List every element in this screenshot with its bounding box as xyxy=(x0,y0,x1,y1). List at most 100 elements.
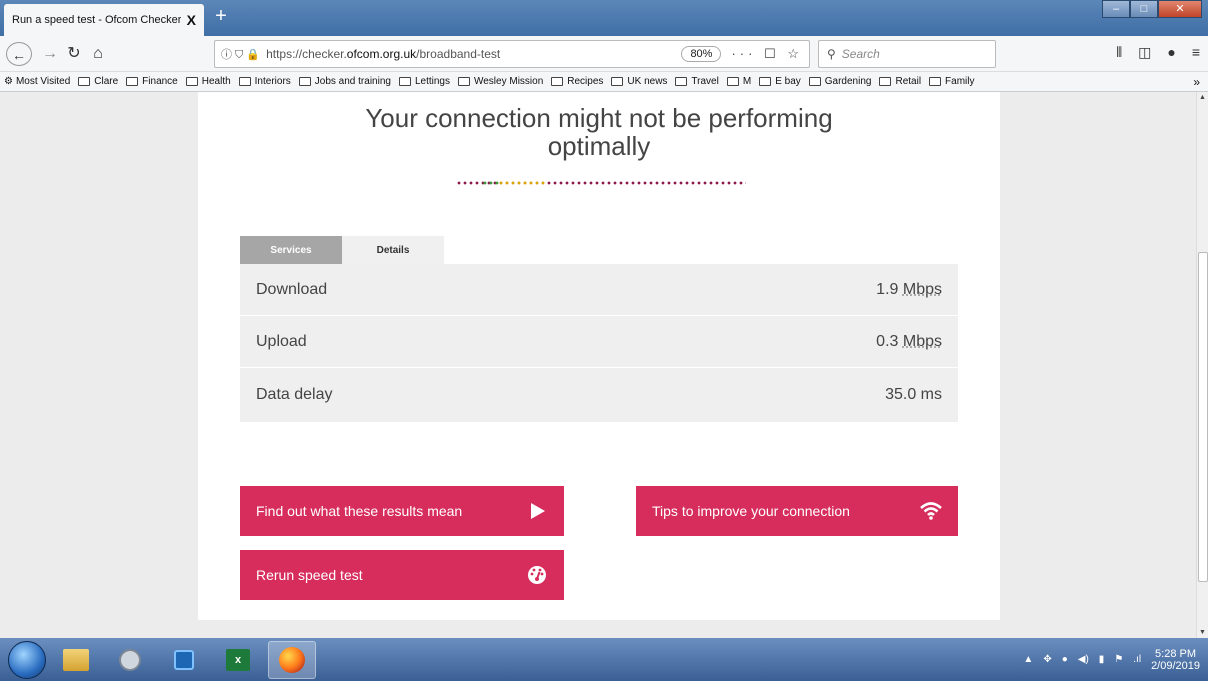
folder-icon xyxy=(808,77,821,86)
search-icon: ⚲ xyxy=(827,47,836,61)
bookmark-folder[interactable]: UK news xyxy=(611,76,667,87)
reload-icon[interactable]: ↻ xyxy=(64,42,84,66)
bookmark-label: Interiors xyxy=(254,76,291,87)
taskbar-clock[interactable]: 5:28 PM 2/09/2019 xyxy=(1151,648,1200,672)
power-icon[interactable]: ▮ xyxy=(1099,654,1105,665)
close-window-icon[interactable]: ✕ xyxy=(1158,0,1202,18)
action-center-icon[interactable]: ⚑ xyxy=(1114,654,1123,665)
bookmark-folder[interactable]: Interiors xyxy=(238,76,291,87)
result-number: 0.3 xyxy=(876,332,899,350)
new-tab-button[interactable]: + xyxy=(210,6,232,28)
sidebar-icon[interactable]: ◫ xyxy=(1138,44,1151,61)
bookmark-folder[interactable]: Jobs and training xyxy=(298,76,391,87)
bookmark-folder[interactable]: Clare xyxy=(78,76,118,87)
bookmark-folder[interactable]: Wesley Mission xyxy=(457,76,543,87)
bookmarks-overflow-icon[interactable]: » xyxy=(1193,75,1200,89)
results-table: Download 1.9 Mbps Upload 0.3 Mbps Data d… xyxy=(240,264,958,422)
folder-icon xyxy=(457,77,470,86)
windows-taskbar: x ▲ ✥ ● ◀) ▮ ⚑ .ıl 5:28 PM 2/09/2019 xyxy=(0,638,1208,681)
page-actions-icon[interactable]: ··· ☐ ☆ xyxy=(731,46,803,62)
folder-icon xyxy=(185,77,198,86)
snipping-tool-icon xyxy=(119,648,141,671)
tips-button[interactable]: Tips to improve your connection xyxy=(636,486,958,536)
clock-time: 5:28 PM xyxy=(1155,647,1197,660)
minimize-icon[interactable]: – xyxy=(1102,0,1130,18)
result-label: Data delay xyxy=(256,386,333,403)
bookmark-label: Retail xyxy=(895,76,922,87)
home-icon[interactable]: ⌂ xyxy=(88,42,108,66)
folder-icon xyxy=(879,77,892,86)
taskbar-snipping-tool[interactable] xyxy=(106,641,154,679)
button-label: Find out what these results mean xyxy=(256,503,463,519)
bookmark-folder[interactable]: Health xyxy=(185,76,231,87)
start-button[interactable] xyxy=(8,640,46,679)
excel-icon: x xyxy=(226,648,250,671)
scroll-up-icon[interactable]: ▲ xyxy=(1199,94,1206,101)
folder-icon xyxy=(675,77,688,86)
search-input[interactable]: ⚲ Search xyxy=(818,40,996,68)
result-label: Upload xyxy=(256,332,307,350)
bookmark-folder[interactable]: M xyxy=(726,76,752,87)
url-bar[interactable]: ⓘ ⛉ 🔒 https://checker.ofcom.org.uk/broad… xyxy=(214,40,810,68)
results-meaning-button[interactable]: Find out what these results mean xyxy=(240,486,564,536)
signal-icon[interactable]: .ıl xyxy=(1133,654,1141,665)
folder-icon xyxy=(551,77,564,86)
tab-details[interactable]: Details xyxy=(342,236,444,264)
library-icon[interactable]: ⫴ xyxy=(1116,44,1122,61)
result-unit[interactable]: Mbps xyxy=(903,281,942,298)
show-hidden-icons-icon[interactable]: ▲ xyxy=(1023,654,1033,665)
bookmark-most-visited[interactable]: ⚙ Most Visited xyxy=(4,76,70,87)
zoom-level[interactable]: 80% xyxy=(681,46,722,62)
menu-icon[interactable]: ≡ xyxy=(1192,44,1200,61)
scrollbar-thumb[interactable] xyxy=(1198,252,1208,582)
clock-date: 2/09/2019 xyxy=(1151,659,1200,672)
bookmark-folder[interactable]: Gardening xyxy=(808,76,871,87)
bookmark-folder[interactable]: Finance xyxy=(126,76,178,87)
bookmark-folder[interactable]: Retail xyxy=(879,76,921,87)
taskbar-media-player[interactable] xyxy=(160,641,208,679)
play-icon xyxy=(526,500,548,522)
result-unit[interactable]: Mbps xyxy=(903,333,942,350)
folder-icon xyxy=(759,77,772,86)
taskbar-explorer[interactable] xyxy=(52,641,100,679)
bookmark-label: Most Visited xyxy=(15,76,71,87)
gear-icon: ⚙ xyxy=(4,76,13,87)
bookmark-folder[interactable]: Travel xyxy=(675,76,719,87)
folder-icon xyxy=(78,77,91,86)
url-path: /broadband-test xyxy=(416,47,501,61)
headline-line-2: optimally xyxy=(547,131,651,161)
bookmark-folder[interactable]: Family xyxy=(929,76,975,87)
scroll-down-icon[interactable]: ▼ xyxy=(1199,629,1206,636)
account-icon[interactable]: ● xyxy=(1167,44,1175,61)
speedometer-icon xyxy=(526,564,548,586)
bookmark-label: Jobs and training xyxy=(314,76,391,87)
toolbar-right: ⫴ ◫ ● ≡ xyxy=(1116,44,1200,61)
bookmark-label: M xyxy=(742,76,752,87)
button-label: Tips to improve your connection xyxy=(652,503,850,519)
site-info-icon[interactable]: ⓘ ⛉ 🔒 xyxy=(221,46,260,62)
firefox-icon xyxy=(279,646,305,673)
search-placeholder: Search xyxy=(841,47,880,61)
dropbox-icon[interactable]: ✥ xyxy=(1043,654,1051,665)
rerun-speed-test-button[interactable]: Rerun speed test xyxy=(240,550,564,600)
bookmark-folder[interactable]: E bay xyxy=(759,76,801,87)
bookmark-label: Finance xyxy=(142,76,178,87)
results-tabs: Services Details xyxy=(240,236,444,264)
folder-icon xyxy=(298,77,311,86)
volume-icon[interactable]: ◀) xyxy=(1078,654,1089,665)
bookmark-folder[interactable]: Recipes xyxy=(551,76,603,87)
back-icon[interactable]: ← xyxy=(6,42,32,66)
bookmark-label: Lettings xyxy=(414,76,450,87)
network-icon[interactable]: ● xyxy=(1062,654,1068,665)
forward-icon[interactable]: → xyxy=(40,42,60,66)
bookmark-label: Travel xyxy=(691,76,719,87)
maximize-icon[interactable]: □ xyxy=(1130,0,1158,18)
tab-close-icon[interactable]: X xyxy=(187,12,196,28)
page-scrollbar[interactable]: ▲ ▼ xyxy=(1196,92,1208,638)
bookmark-label: Family xyxy=(945,76,975,87)
taskbar-excel[interactable]: x xyxy=(214,641,262,679)
taskbar-firefox[interactable] xyxy=(268,640,316,679)
tab-services[interactable]: Services xyxy=(240,236,342,264)
browser-tab[interactable]: Run a speed test - Ofcom Checker X xyxy=(4,4,204,36)
bookmark-folder[interactable]: Lettings xyxy=(398,76,450,87)
